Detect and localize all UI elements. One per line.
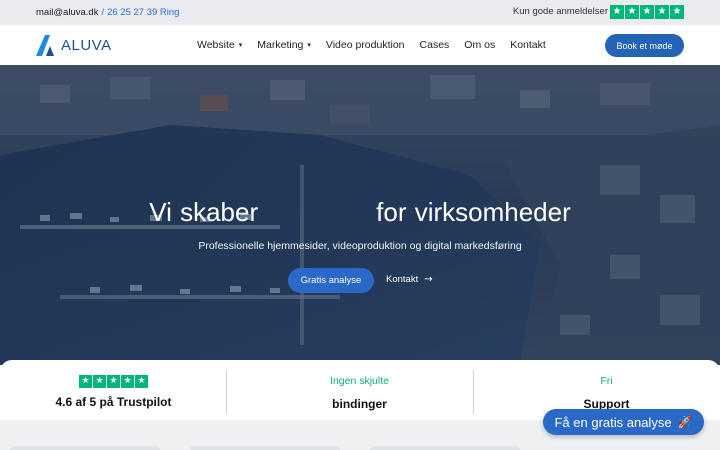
nav-item-label: Cases: [419, 39, 450, 51]
stat-trustpilot: ★ ★ ★ ★ ★ 4.6 af 5 på Trustpilot: [0, 360, 227, 420]
nav-item-cases[interactable]: Cases: [420, 39, 450, 51]
aluva-logo-icon: [36, 35, 54, 56]
trustpilot-rating-stars: ★ ★ ★ ★ ★: [0, 375, 227, 388]
free-analysis-floating-button[interactable]: Få en gratis analyse 🚀: [543, 409, 704, 435]
arrow-right-icon: →: [424, 274, 433, 285]
star-icon: ★: [655, 5, 669, 19]
rocket-icon: 🚀: [677, 415, 693, 429]
nav-item-marketing[interactable]: Marketing ▾: [257, 39, 311, 51]
nav-menu: Website ▾ Marketing ▾ Video produktion Cas…: [197, 39, 561, 51]
star-icon: ★: [610, 5, 624, 19]
email-link[interactable]: mail@aluva.dk: [36, 7, 98, 18]
main-navigation: ALUVA Website ▾ Marketing ▾ Video produkti…: [0, 25, 720, 65]
nav-item-label: Website: [197, 39, 235, 51]
nav-item-label: Video produktion: [325, 39, 405, 51]
card-preview: [190, 446, 340, 450]
star-icon: ★: [121, 375, 134, 388]
trustpilot-rating-text: 4.6 af 5 på Trustpilot: [55, 395, 172, 409]
stat-big-label: bindinger: [332, 397, 387, 411]
stat-small-label: Ingen skjulte: [330, 375, 389, 387]
nav-item-kontakt[interactable]: Kontakt: [510, 39, 546, 51]
free-analysis-button[interactable]: Gratis analyse: [288, 268, 374, 293]
star-icon: ★: [135, 375, 148, 388]
card-preview: [370, 446, 520, 450]
logo[interactable]: ALUVA: [36, 35, 112, 56]
star-icon: ★: [640, 5, 654, 19]
star-icon: ★: [670, 5, 684, 19]
hero-subtitle: Professionelle hjemmesider, videoprodukt…: [198, 240, 522, 252]
chevron-down-icon: ▾: [238, 41, 243, 49]
hero-section: Vi skaber for virksomheder Professionelle…: [0, 65, 720, 365]
top-bar: mail@aluva.dk/26 25 27 39 Ring Kun gode …: [0, 0, 720, 25]
nav-item-video-produktion[interactable]: Video produktion: [326, 39, 405, 51]
phone-link[interactable]: 26 25 27 39 Ring: [107, 7, 179, 18]
stat-small-label: Fri: [600, 375, 613, 387]
contact-info: mail@aluva.dk/26 25 27 39 Ring: [36, 7, 179, 18]
nav-item-label: Marketing: [257, 39, 304, 51]
hero-title: Vi skaber for virksomheder: [0, 197, 720, 228]
contact-link-label: Kontakt: [386, 274, 419, 285]
star-icon: ★: [625, 5, 639, 19]
star-icon: ★: [93, 375, 106, 388]
card-preview: [10, 446, 160, 450]
review-text: Kun gode anmeldelser: [512, 6, 608, 17]
contact-link[interactable]: Kontakt →: [386, 274, 433, 285]
cta-label: Få en gratis analyse: [554, 414, 672, 430]
stat-divider: [226, 370, 227, 414]
nav-item-om-os[interactable]: Om os: [464, 39, 495, 51]
trustpilot-stars[interactable]: ★ ★ ★ ★ ★: [610, 5, 684, 19]
hero-title-end: for virksomheder: [376, 197, 571, 227]
star-icon: ★: [79, 375, 92, 388]
contact-separator: /: [101, 7, 105, 18]
logo-text: ALUVA: [61, 37, 112, 54]
nav-item-label: Kontakt: [510, 39, 546, 51]
book-meeting-button[interactable]: Book et møde: [605, 34, 684, 57]
nav-item-website[interactable]: Website ▾: [197, 39, 242, 51]
star-icon: ★: [107, 375, 120, 388]
stat-divider: [473, 370, 474, 414]
hero-title-start: Vi skaber: [149, 197, 259, 227]
stat-no-hidden-fees: Ingen skjulte bindinger: [246, 360, 473, 420]
nav-item-label: Om os: [464, 39, 496, 51]
chevron-down-icon: ▾: [307, 41, 311, 49]
